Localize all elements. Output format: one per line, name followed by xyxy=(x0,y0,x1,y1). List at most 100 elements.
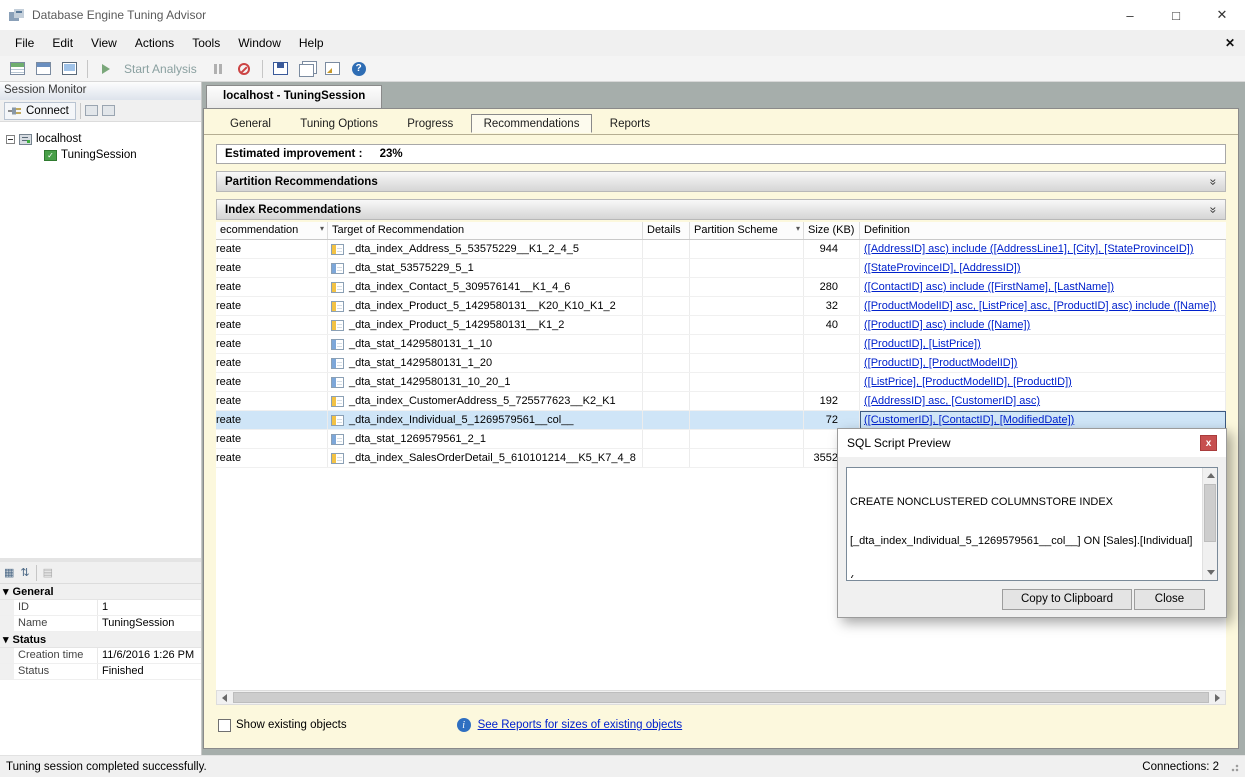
column-header-recommendation[interactable]: ecommendation ▾ xyxy=(216,222,328,239)
tree-item-tuningsession[interactable]: ✓ TuningSession xyxy=(0,147,201,163)
filter-dropdown-icon[interactable]: ▾ xyxy=(796,224,800,233)
property-pages-icon[interactable]: ▤ xyxy=(43,566,53,579)
vertical-scrollbar[interactable] xyxy=(1202,468,1217,580)
tab-general[interactable]: General xyxy=(218,115,283,132)
show-existing-objects-checkbox[interactable] xyxy=(218,719,231,732)
tab-progress[interactable]: Progress xyxy=(395,115,465,132)
pause-analysis-button[interactable] xyxy=(207,58,229,80)
scrollbar-thumb[interactable] xyxy=(233,692,1209,703)
property-group-general[interactable]: ▾ General xyxy=(0,584,201,600)
stop-session-icon[interactable] xyxy=(85,105,98,116)
index-recommendations-header[interactable]: Index Recommendations » xyxy=(216,199,1226,220)
copy-to-clipboard-button[interactable]: Copy to Clipboard xyxy=(1002,589,1132,610)
close-document-icon[interactable]: ✕ xyxy=(1225,36,1235,50)
chevron-expand-icon[interactable]: » xyxy=(1207,178,1221,185)
table-row[interactable]: reate _dta_index_Address_5_53575229__K1_… xyxy=(216,240,1226,259)
property-row-name[interactable]: Name TuningSession xyxy=(0,616,201,632)
maximize-button[interactable]: □ xyxy=(1153,0,1199,30)
table-row[interactable]: reate _dta_index_CustomerAddress_5_72557… xyxy=(216,392,1226,411)
new-session-button[interactable] xyxy=(6,58,28,80)
definition-link[interactable]: ([ContactID] asc) include ([FirstName], … xyxy=(864,281,1114,293)
section-title: Partition Recommendations xyxy=(225,176,378,188)
workload-button[interactable] xyxy=(58,58,80,80)
table-row[interactable]: reate _dta_stat_1429580131_1_20 ([Produc… xyxy=(216,354,1226,373)
save-recommendations-button[interactable] xyxy=(270,58,292,80)
close-button[interactable]: ✕ xyxy=(1199,0,1245,30)
property-row-creation-time[interactable]: Creation time 11/6/2016 1:26 PM xyxy=(0,648,201,664)
property-row-id[interactable]: ID 1 xyxy=(0,600,201,616)
details-cell xyxy=(643,335,690,353)
copy-button[interactable] xyxy=(296,58,318,80)
definition-link[interactable]: ([ProductID], [ListPrice]) xyxy=(864,338,981,350)
categorized-icon[interactable]: ▦ xyxy=(4,566,14,579)
tab-tuning-options[interactable]: Tuning Options xyxy=(288,115,390,132)
definition-link[interactable]: ([CustomerID], [ContactID], [ModifiedDat… xyxy=(864,414,1074,426)
toolbar-separator xyxy=(80,103,81,119)
property-group-status[interactable]: ▾ Status xyxy=(0,632,201,648)
definition-link[interactable]: ([AddressID] asc) include ([AddressLine1… xyxy=(864,243,1194,255)
statistics-icon xyxy=(331,263,344,274)
property-row-status[interactable]: Status Finished xyxy=(0,664,201,680)
scheme-cell xyxy=(690,411,804,429)
chevron-expand-icon[interactable]: » xyxy=(1207,206,1221,213)
column-header-details[interactable]: Details xyxy=(643,222,690,239)
sort-alphabetical-icon[interactable]: ⇅ xyxy=(20,566,29,579)
menu-view[interactable]: View xyxy=(82,32,126,54)
menu-help[interactable]: Help xyxy=(290,32,333,54)
open-session-button[interactable] xyxy=(32,58,54,80)
start-analysis-button[interactable] xyxy=(95,58,117,80)
dialog-title-bar[interactable]: SQL Script Preview xyxy=(838,429,1226,457)
partition-recommendations-header[interactable]: Partition Recommendations » xyxy=(216,171,1226,192)
tree-item-localhost[interactable]: localhost xyxy=(0,131,201,147)
definition-link[interactable]: ([ProductID] asc) include ([Name]) xyxy=(864,319,1030,331)
menu-window[interactable]: Window xyxy=(229,32,290,54)
sql-script-box[interactable]: CREATE NONCLUSTERED COLUMNSTORE INDEX [_… xyxy=(846,467,1218,581)
definition-link[interactable]: ([ProductID], [ProductModelID]) xyxy=(864,357,1017,369)
tab-recommendations[interactable]: Recommendations xyxy=(471,114,593,133)
horizontal-scrollbar[interactable] xyxy=(216,690,1226,705)
column-header-definition[interactable]: Definition xyxy=(860,222,1226,239)
table-row[interactable]: reate _dta_index_Product_5_1429580131__K… xyxy=(216,297,1226,316)
dialog-close-button[interactable]: Close xyxy=(1134,589,1205,610)
scroll-down-icon[interactable] xyxy=(1203,565,1218,580)
table-row[interactable]: reate _dta_index_Product_5_1429580131__K… xyxy=(216,316,1226,335)
menu-file[interactable]: File xyxy=(6,32,43,54)
collapse-icon[interactable] xyxy=(6,135,15,144)
table-row[interactable]: reate _dta_index_Contact_5_309576141__K1… xyxy=(216,278,1226,297)
tab-reports[interactable]: Reports xyxy=(598,115,662,132)
table-row[interactable]: reate _dta_stat_1429580131_1_10 ([Produc… xyxy=(216,335,1226,354)
help-button[interactable]: ? xyxy=(348,58,370,80)
scrollbar-thumb[interactable] xyxy=(1204,484,1216,542)
definition-link[interactable]: ([StateProvinceID], [AddressID]) xyxy=(864,262,1021,274)
dialog-close-icon[interactable]: x xyxy=(1200,435,1217,451)
minimize-button[interactable]: – xyxy=(1107,0,1153,30)
resize-grip[interactable] xyxy=(1229,762,1239,772)
definition-link[interactable]: ([AddressID] asc, [CustomerID] asc) xyxy=(864,395,1040,407)
scroll-left-icon[interactable] xyxy=(217,691,232,704)
scroll-up-icon[interactable] xyxy=(1203,468,1218,483)
connect-button[interactable]: Connect xyxy=(4,102,76,120)
scroll-right-icon[interactable] xyxy=(1210,691,1225,704)
workload-icon xyxy=(62,62,77,75)
see-reports-link[interactable]: See Reports for sizes of existing object… xyxy=(478,719,683,731)
export-button[interactable] xyxy=(322,58,344,80)
column-header-target[interactable]: Target of Recommendation xyxy=(328,222,643,239)
indent-strip xyxy=(0,600,14,615)
delete-session-icon[interactable] xyxy=(102,105,115,116)
column-header-partition-scheme[interactable]: Partition Scheme ▾ xyxy=(690,222,804,239)
filter-dropdown-icon[interactable]: ▾ xyxy=(320,224,324,233)
definition-link[interactable]: ([ProductModelID] asc, [ListPrice] asc, … xyxy=(864,300,1216,312)
definition-link[interactable]: ([ListPrice], [ProductModelID], [Product… xyxy=(864,376,1072,388)
table-row[interactable]: reate _dta_stat_1429580131_10_20_1 ([Lis… xyxy=(216,373,1226,392)
start-analysis-label[interactable]: Start Analysis xyxy=(124,62,197,76)
session-monitor-header: Session Monitor xyxy=(0,82,201,100)
recommendation-cell: reate xyxy=(216,335,328,353)
menu-tools[interactable]: Tools xyxy=(183,32,229,54)
document-tab[interactable]: localhost - TuningSession xyxy=(206,85,382,109)
size-cell: 192 xyxy=(804,392,860,410)
column-header-size[interactable]: Size (KB) xyxy=(804,222,860,239)
menu-edit[interactable]: Edit xyxy=(43,32,82,54)
table-row[interactable]: reate _dta_stat_53575229_5_1 ([StateProv… xyxy=(216,259,1226,278)
menu-actions[interactable]: Actions xyxy=(126,32,183,54)
stop-analysis-button[interactable] xyxy=(233,58,255,80)
